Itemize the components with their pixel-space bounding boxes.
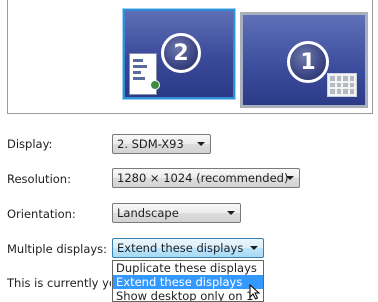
chevron-down-icon [227, 211, 235, 215]
dropdown-option-show-only-1[interactable]: Show desktop only on 1 [113, 289, 263, 301]
monitor-1-thumbnail[interactable]: 1 [240, 12, 368, 108]
mouse-pointer-icon [249, 284, 261, 300]
dropdown-option-duplicate[interactable]: Duplicate these displays [113, 261, 263, 275]
display-label: Display: [7, 137, 53, 151]
monitor-2-thumbnail[interactable]: 2 [123, 9, 235, 99]
dropdown-option-extend[interactable]: Extend these displays [113, 275, 263, 289]
resolution-select[interactable]: 1280 × 1024 (recommended) [112, 168, 300, 188]
display-arrangement-preview: 2 1 [7, 0, 373, 114]
chevron-down-icon [250, 246, 258, 250]
chevron-down-icon [197, 142, 205, 146]
display-select-value: 2. SDM-X93 [117, 137, 184, 151]
multiple-displays-select-value: Extend these displays [117, 241, 244, 255]
orientation-select-value: Landscape [117, 206, 179, 220]
current-display-status-text: This is currently you [7, 276, 111, 290]
multiple-displays-select[interactable]: Extend these displays [112, 238, 264, 258]
orientation-select[interactable]: Landscape [112, 203, 241, 223]
resolution-select-value: 1280 × 1024 (recommended) [117, 171, 289, 185]
monitor-1-number-badge: 1 [287, 41, 329, 83]
display-select[interactable]: 2. SDM-X93 [112, 134, 211, 154]
resolution-label: Resolution: [7, 172, 71, 186]
mini-window-grid-icon [327, 73, 357, 97]
monitor-2-number-badge: 2 [161, 33, 201, 73]
orientation-label: Orientation: [7, 207, 76, 221]
multiple-displays-label: Multiple displays: [7, 242, 108, 256]
mini-start-menu-icon [129, 53, 160, 95]
multiple-displays-dropdown-list: Duplicate these displays Extend these di… [112, 260, 264, 302]
chevron-down-icon [286, 176, 294, 180]
